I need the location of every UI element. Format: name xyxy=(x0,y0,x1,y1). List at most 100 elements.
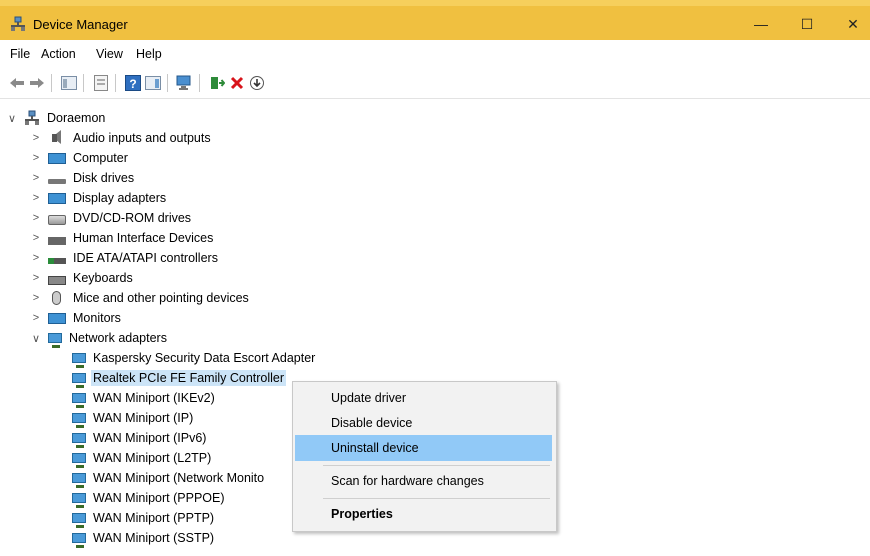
tree-item-mice[interactable]: > Mice and other pointing devices xyxy=(30,288,251,308)
show-hide-console-tree-icon[interactable] xyxy=(60,74,78,92)
tree-item-label: WAN Miniport (PPTP) xyxy=(93,511,215,525)
context-properties[interactable]: Properties xyxy=(295,501,552,527)
action-pane-icon[interactable] xyxy=(144,74,162,92)
chevron-right-icon[interactable]: > xyxy=(30,232,42,244)
display-adapter-icon xyxy=(48,193,66,204)
speaker-icon xyxy=(52,130,62,146)
tree-item-network-adapters[interactable]: ∨ Network adapters xyxy=(30,328,169,348)
chevron-right-icon[interactable]: > xyxy=(30,272,42,284)
scan-hardware-icon[interactable] xyxy=(176,74,194,92)
uninstall-icon[interactable] xyxy=(228,74,246,92)
chevron-right-icon[interactable]: > xyxy=(30,132,42,144)
tree-item-label: Mice and other pointing devices xyxy=(73,291,249,305)
tree-item-label: WAN Miniport (L2TP) xyxy=(93,451,212,465)
chevron-right-icon[interactable]: > xyxy=(30,212,42,224)
keyboard-icon xyxy=(48,275,66,285)
tree-item-ide-controllers[interactable]: > IDE ATA/ATAPI controllers xyxy=(30,248,220,268)
ide-controller-icon xyxy=(48,257,66,264)
context-update-driver[interactable]: Update driver xyxy=(295,385,552,411)
tree-item-hid[interactable]: > Human Interface Devices xyxy=(30,228,215,248)
tree-item-network-child[interactable]: WAN Miniport (SSTP) xyxy=(72,528,216,548)
update-driver-icon[interactable] xyxy=(208,74,226,92)
tree-item-network-child-selected[interactable]: Realtek PCIe FE Family Controller xyxy=(72,368,287,388)
context-separator xyxy=(323,465,550,466)
device-manager-icon xyxy=(11,16,25,31)
tree-item-label: Disk drives xyxy=(73,171,135,185)
minimize-button[interactable]: — xyxy=(738,10,784,38)
toolbar-separator xyxy=(115,74,116,92)
chevron-right-icon[interactable]: > xyxy=(30,292,42,304)
menu-file[interactable]: File xyxy=(10,47,30,61)
tree-item-computer[interactable]: > Computer xyxy=(30,148,130,168)
tree-item-label: Monitors xyxy=(73,311,121,325)
toolbar: ? xyxy=(0,70,870,96)
back-icon[interactable] xyxy=(8,74,26,92)
tree-item-label: Kaspersky Security Data Escort Adapter xyxy=(93,351,316,365)
chevron-right-icon[interactable]: > xyxy=(30,152,42,164)
context-uninstall-device[interactable]: Uninstall device xyxy=(295,435,552,461)
toolbar-divider xyxy=(0,98,870,99)
network-adapter-icon xyxy=(72,433,86,448)
tree-item-network-child[interactable]: Kaspersky Security Data Escort Adapter xyxy=(72,348,317,368)
network-adapter-icon xyxy=(72,453,86,468)
monitor-icon xyxy=(48,313,66,324)
tree-item-label: Human Interface Devices xyxy=(73,231,214,245)
tree-root-label: Doraemon xyxy=(47,111,106,125)
toolbar-separator xyxy=(83,74,84,92)
context-separator xyxy=(323,498,550,499)
menu-bar: File Action View Help xyxy=(0,44,870,66)
network-adapter-icon xyxy=(72,473,86,488)
context-disable-device[interactable]: Disable device xyxy=(295,410,552,436)
tree-item-display-adapters[interactable]: > Display adapters xyxy=(30,188,168,208)
tree-item-network-child[interactable]: WAN Miniport (Network Monito xyxy=(72,468,266,488)
tree-item-network-child[interactable]: WAN Miniport (PPPOE) xyxy=(72,488,227,508)
tree-item-disk-drives[interactable]: > Disk drives xyxy=(30,168,136,188)
network-adapter-icon xyxy=(72,413,86,428)
tree-item-network-child[interactable]: WAN Miniport (IPv6) xyxy=(72,428,208,448)
mouse-icon xyxy=(52,291,61,305)
tree-root-doraemon[interactable]: ∨ Doraemon xyxy=(6,108,107,128)
tree-item-network-child[interactable]: WAN Miniport (IKEv2) xyxy=(72,388,217,408)
title-bar: Device Manager — ☐ ✕ xyxy=(0,0,870,40)
tree-item-monitors[interactable]: > Monitors xyxy=(30,308,123,328)
network-adapter-icon xyxy=(48,333,62,348)
properties-icon[interactable] xyxy=(92,74,110,92)
network-adapter-icon xyxy=(72,353,86,368)
chevron-down-icon[interactable]: ∨ xyxy=(6,112,18,125)
download-icon[interactable] xyxy=(248,74,266,92)
network-adapter-icon xyxy=(72,513,86,528)
network-adapter-icon xyxy=(72,493,86,508)
tree-item-label: WAN Miniport (Network Monito xyxy=(93,471,265,485)
tree-item-keyboards[interactable]: > Keyboards xyxy=(30,268,135,288)
menu-action[interactable]: Action xyxy=(41,47,76,61)
menu-help[interactable]: Help xyxy=(136,47,162,61)
tree-item-label: Realtek PCIe FE Family Controller xyxy=(91,370,287,386)
maximize-button[interactable]: ☐ xyxy=(784,10,830,38)
toolbar-separator xyxy=(199,74,200,92)
close-button[interactable]: ✕ xyxy=(830,10,870,38)
tree-item-label: Network adapters xyxy=(69,331,167,345)
help-icon[interactable]: ? xyxy=(124,74,142,92)
menu-view[interactable]: View xyxy=(96,47,123,61)
chevron-right-icon[interactable]: > xyxy=(30,172,42,184)
context-scan-hardware[interactable]: Scan for hardware changes xyxy=(295,468,552,494)
tree-item-label: Display adapters xyxy=(73,191,167,205)
tree-item-label: WAN Miniport (SSTP) xyxy=(93,531,215,545)
tree-item-dvd-drives[interactable]: > DVD/CD-ROM drives xyxy=(30,208,193,228)
window-title: Device Manager xyxy=(33,17,128,32)
tree-item-network-child[interactable]: WAN Miniport (PPTP) xyxy=(72,508,216,528)
tree-item-network-child[interactable]: WAN Miniport (L2TP) xyxy=(72,448,213,468)
chevron-right-icon[interactable]: > xyxy=(30,252,42,264)
chevron-down-icon[interactable]: ∨ xyxy=(30,332,42,345)
tree-item-label: Computer xyxy=(73,151,128,165)
forward-icon[interactable] xyxy=(28,74,46,92)
tree-item-label: IDE ATA/ATAPI controllers xyxy=(73,251,218,265)
tree-item-label: DVD/CD-ROM drives xyxy=(73,211,192,225)
tree-item-network-child[interactable]: WAN Miniport (IP) xyxy=(72,408,195,428)
tree-item-label: WAN Miniport (IKEv2) xyxy=(93,391,215,405)
chevron-right-icon[interactable]: > xyxy=(30,192,42,204)
tree-item-audio[interactable]: > Audio inputs and outputs xyxy=(30,128,213,148)
chevron-right-icon[interactable]: > xyxy=(30,312,42,324)
svg-text:?: ? xyxy=(129,77,136,91)
toolbar-separator xyxy=(51,74,52,92)
